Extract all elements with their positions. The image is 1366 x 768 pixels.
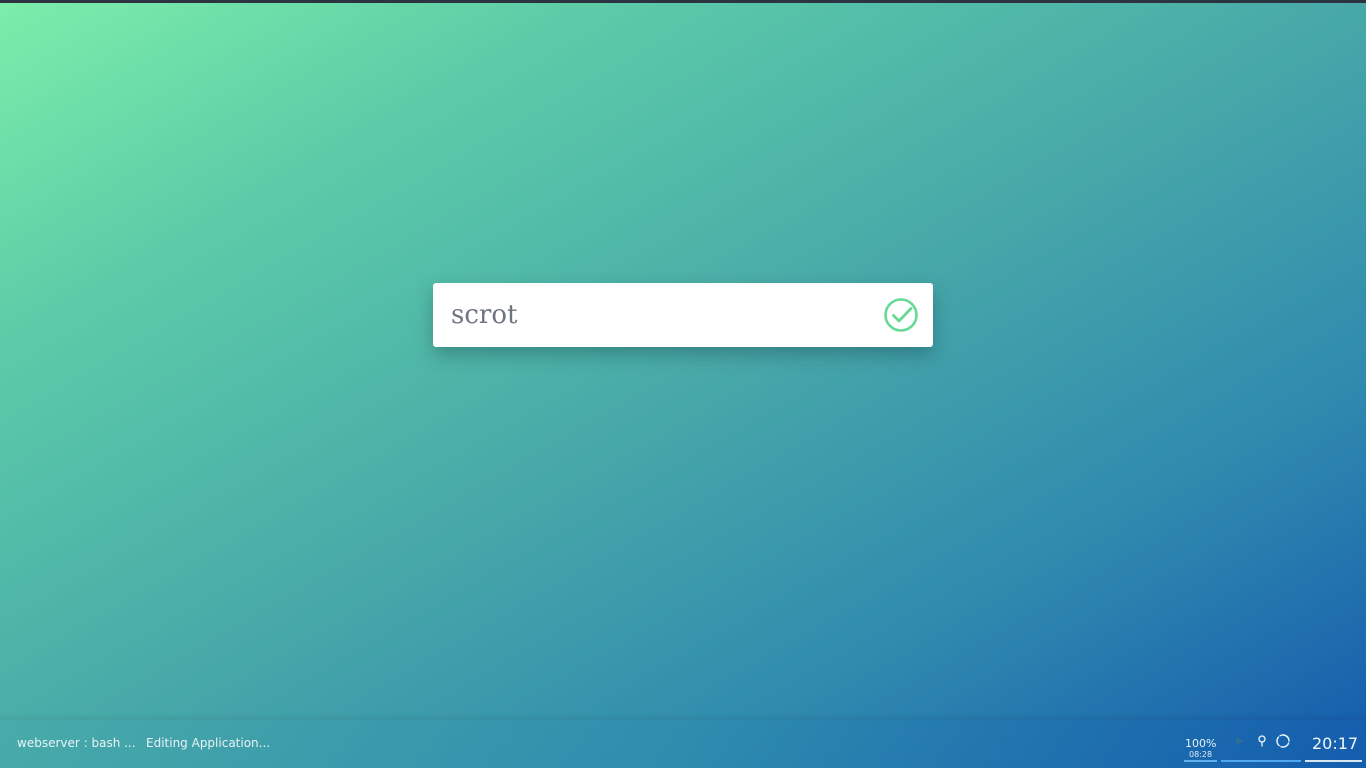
taskbar-item-webserver[interactable]: webserver : bash ... <box>17 736 136 750</box>
launcher-search-input[interactable] <box>451 293 871 337</box>
sync-spinner-icon[interactable] <box>1276 734 1290 748</box>
clock-indicator <box>1305 760 1362 762</box>
top-edge-strip <box>0 0 1366 3</box>
launcher-search-box[interactable] <box>433 283 933 347</box>
tray-active-indicator <box>1221 760 1301 762</box>
battery-time-remaining: 08:28 <box>1189 750 1213 759</box>
location-pin-icon[interactable] <box>1255 734 1269 748</box>
taskbar-item-editing-application[interactable]: Editing Application... <box>146 736 270 750</box>
battery-level-bar <box>1184 760 1217 762</box>
battery-percent[interactable]: 100% <box>1185 737 1216 750</box>
check-circle-icon[interactable] <box>883 297 919 333</box>
play-arrow-icon[interactable] <box>1233 734 1247 748</box>
taskbar-clock[interactable]: 20:17 <box>1312 734 1358 753</box>
